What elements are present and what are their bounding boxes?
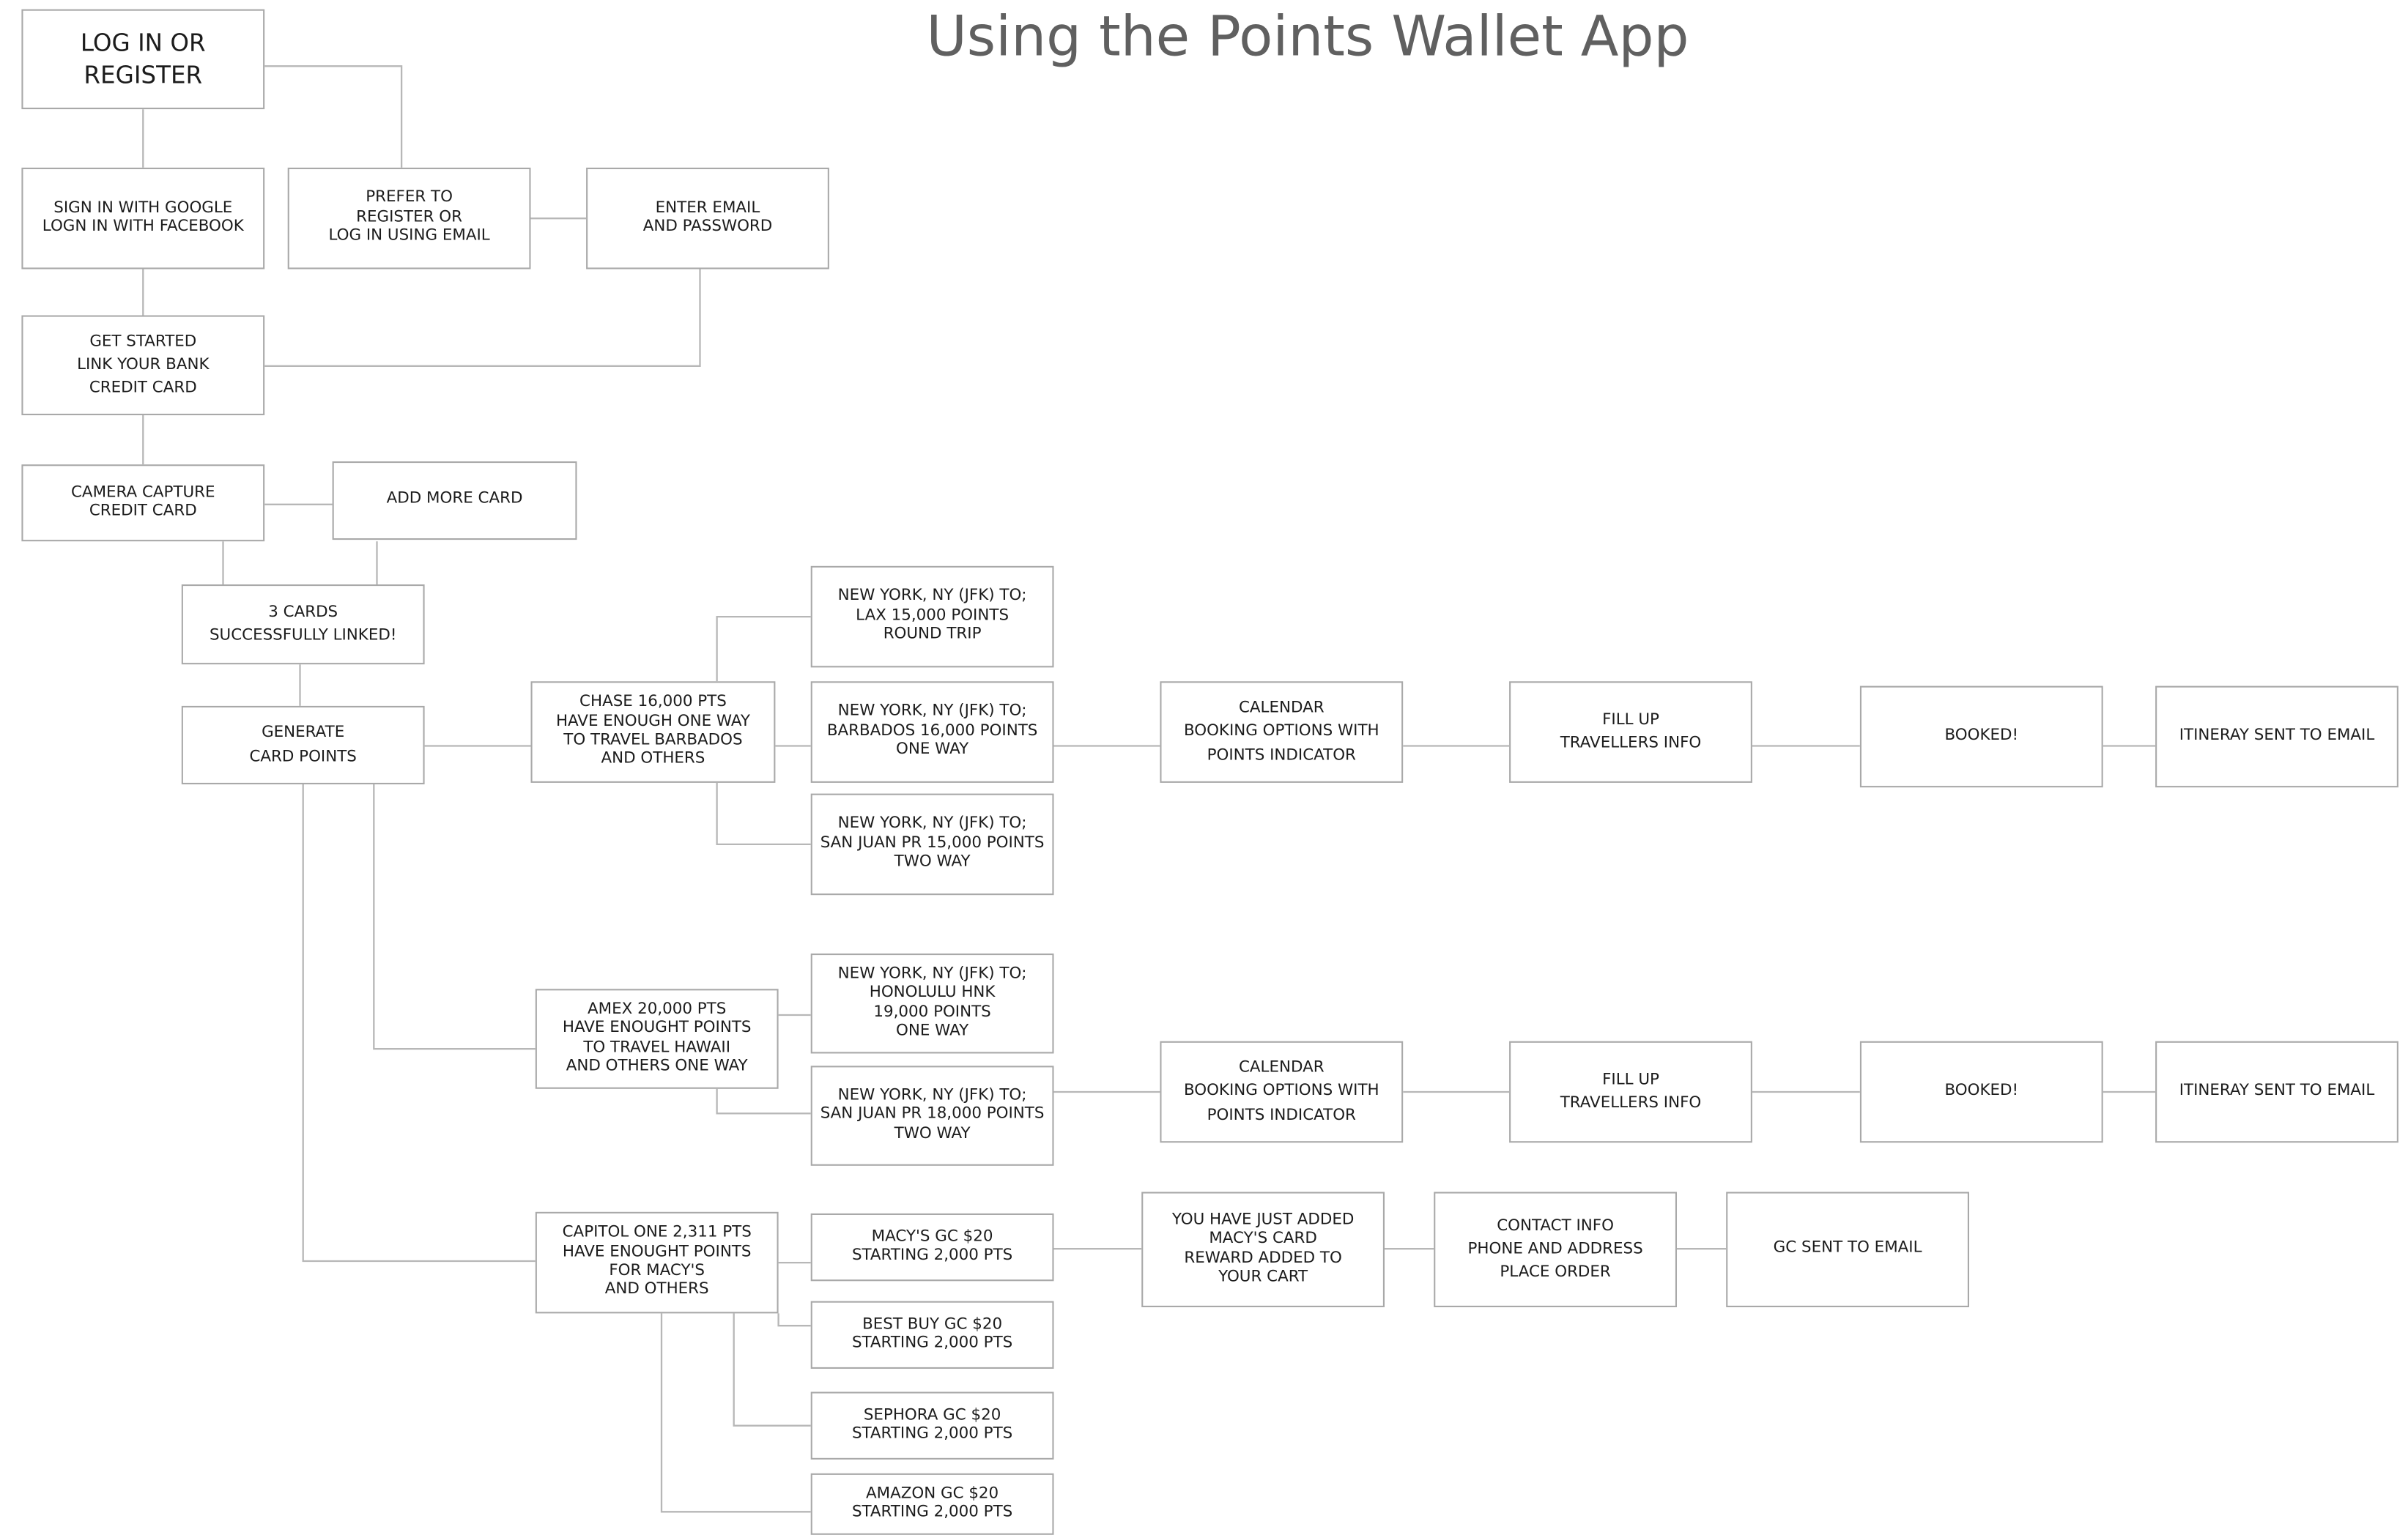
node-add-more-card: ADD MORE CARD [332, 461, 577, 540]
diagram-title: Using the Points Wallet App [926, 6, 1689, 70]
node-gc-sent-to-email: GC SENT TO EMAIL [1726, 1192, 1969, 1307]
node-get-started: GET STARTED LINK YOUR BANK CREDIT CARD [21, 315, 265, 415]
node-itinerary-email-1: ITINERAY SENT TO EMAIL [2155, 685, 2398, 788]
connector-capitol-amazon [660, 1313, 811, 1513]
node-fill-up-travellers-1: FILL UP TRAVELLERS INFO [1509, 681, 1752, 783]
connector-chase-lax [716, 615, 811, 682]
connector-amex-sanjuan2 [716, 1088, 811, 1115]
node-booked-1: BOOKED! [1859, 685, 2103, 788]
node-flight-barbados: NEW YORK, NY (JFK) TO; BARBADOS 16,000 P… [810, 681, 1054, 783]
node-flight-lax: NEW YORK, NY (JFK) TO; LAX 15,000 POINTS… [810, 565, 1054, 668]
node-login-or-register: LOG IN OR REGISTER [21, 9, 265, 110]
node-cards-linked: 3 CARDS SUCCESSFULLY LINKED! [181, 584, 425, 665]
connector-login-prefer [264, 65, 403, 168]
node-booked-2: BOOKED! [1859, 1041, 2103, 1143]
node-fill-up-travellers-2: FILL UP TRAVELLERS INFO [1509, 1041, 1752, 1143]
connector-capitol-bestbuy [777, 1313, 811, 1327]
node-amex-points: AMEX 20,000 PTS HAVE ENOUGHT POINTS TO T… [535, 989, 779, 1089]
node-prefer-email: PREFER TO REGISTER OR LOG IN USING EMAIL [287, 167, 531, 270]
node-added-to-cart: YOU HAVE JUST ADDED MACY'S CARD REWARD A… [1141, 1192, 1385, 1307]
node-gift-card-macys: MACY'S GC $20 STARTING 2,000 PTS [810, 1213, 1054, 1282]
node-capitol-one-points: CAPITOL ONE 2,311 PTS HAVE ENOUGHT POINT… [535, 1211, 779, 1314]
connector-capitol-sephora [733, 1313, 811, 1427]
node-generate-card-points: GENERATE CARD POINTS [181, 705, 425, 784]
node-camera-capture: CAMERA CAPTURE CREDIT CARD [21, 464, 265, 542]
connector-generate-capitol [302, 784, 536, 1263]
node-chase-points: CHASE 16,000 PTS HAVE ENOUGH ONE WAY TO … [530, 681, 776, 783]
node-enter-email-password: ENTER EMAIL AND PASSWORD [586, 167, 829, 270]
node-social-sign-in: SIGN IN WITH GOOGLE LOGN IN WITH FACEBOO… [21, 167, 265, 270]
node-itinerary-email-2: ITINERAY SENT TO EMAIL [2155, 1041, 2398, 1143]
node-flight-honolulu: NEW YORK, NY (JFK) TO; HONOLULU HNK 19,0… [810, 954, 1054, 1054]
node-flight-san-juan-15000: NEW YORK, NY (JFK) TO; SAN JUAN PR 15,00… [810, 793, 1054, 896]
node-gift-card-amazon: AMAZON GC $20 STARTING 2,000 PTS [810, 1473, 1054, 1535]
node-calendar-booking-2: CALENDAR BOOKING OPTIONS WITH POINTS IND… [1160, 1041, 1404, 1143]
node-gift-card-best-buy: BEST BUY GC $20 STARTING 2,000 PTS [810, 1301, 1054, 1369]
node-contact-info: CONTACT INFO PHONE AND ADDRESS PLACE ORD… [1434, 1192, 1677, 1307]
connector-chase-sanjuan1 [716, 782, 811, 846]
node-flight-san-juan-18000: NEW YORK, NY (JFK) TO; SAN JUAN PR 18,00… [810, 1066, 1054, 1166]
connector-generate-amex [373, 784, 536, 1050]
node-calendar-booking-1: CALENDAR BOOKING OPTIONS WITH POINTS IND… [1160, 681, 1404, 783]
flowchart: Using the Points Wallet App LOG IN OR RE… [0, 0, 2406, 1535]
node-gift-card-sephora: SEPHORA GC $20 STARTING 2,000 PTS [810, 1391, 1054, 1460]
connector-email-getstarted [264, 269, 701, 367]
